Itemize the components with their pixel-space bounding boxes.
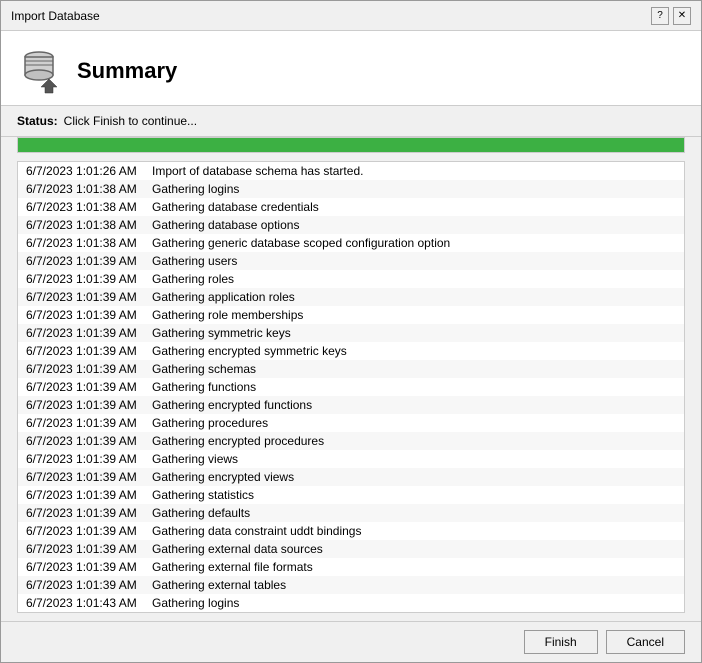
log-row: 6/7/2023 1:01:39 AMGathering encrypted s… [18, 342, 684, 360]
log-message: Import of database schema has started. [148, 162, 367, 180]
log-timestamp: 6/7/2023 1:01:39 AM [18, 522, 148, 540]
log-message: Gathering encrypted views [148, 468, 298, 486]
log-row: 6/7/2023 1:01:39 AMGathering functions [18, 378, 684, 396]
log-row: 6/7/2023 1:01:39 AMGathering defaults [18, 504, 684, 522]
log-row: 6/7/2023 1:01:39 AMGathering users [18, 252, 684, 270]
progress-bar-container [17, 137, 685, 153]
finish-button[interactable]: Finish [524, 630, 598, 654]
log-row: 6/7/2023 1:01:39 AMGathering encrypted p… [18, 432, 684, 450]
log-message: Gathering roles [148, 270, 238, 288]
log-message: Gathering schemas [148, 360, 260, 378]
log-row: 6/7/2023 1:01:43 AMGathering logins [18, 594, 684, 612]
log-row: 6/7/2023 1:01:26 AMImport of database sc… [18, 162, 684, 180]
log-row: 6/7/2023 1:01:38 AMGathering database cr… [18, 198, 684, 216]
log-timestamp: 6/7/2023 1:01:43 AM [18, 594, 148, 612]
status-text: Click Finish to continue... [64, 114, 197, 128]
log-row: 6/7/2023 1:01:38 AMGathering database op… [18, 216, 684, 234]
log-message: Gathering procedures [148, 414, 272, 432]
log-row: 6/7/2023 1:01:39 AMGathering views [18, 450, 684, 468]
log-timestamp: 6/7/2023 1:01:39 AM [18, 270, 148, 288]
log-timestamp: 6/7/2023 1:01:39 AM [18, 396, 148, 414]
log-message: Gathering symmetric keys [148, 324, 295, 342]
log-row: 6/7/2023 1:01:39 AMGathering roles [18, 270, 684, 288]
log-row: 6/7/2023 1:01:39 AMGathering encrypted v… [18, 468, 684, 486]
log-timestamp: 6/7/2023 1:01:39 AM [18, 252, 148, 270]
log-message: Gathering data constraint uddt bindings [148, 522, 365, 540]
log-message: Gathering external data sources [148, 540, 327, 558]
log-message: Gathering external file formats [148, 558, 317, 576]
log-message: Gathering logins [148, 594, 243, 612]
log-row: 6/7/2023 1:01:39 AMGathering symmetric k… [18, 324, 684, 342]
import-database-dialog: Import Database ? ✕ Summary Status: Clic… [0, 0, 702, 663]
log-row: 6/7/2023 1:01:39 AMGathering schemas [18, 360, 684, 378]
log-message: Gathering functions [148, 378, 260, 396]
log-timestamp: 6/7/2023 1:01:39 AM [18, 288, 148, 306]
log-timestamp: 6/7/2023 1:01:39 AM [18, 576, 148, 594]
log-message: Gathering application roles [148, 288, 299, 306]
title-bar-controls: ? ✕ [651, 7, 691, 25]
log-timestamp: 6/7/2023 1:01:39 AM [18, 450, 148, 468]
log-row: 6/7/2023 1:01:39 AMGathering application… [18, 288, 684, 306]
log-timestamp: 6/7/2023 1:01:38 AM [18, 198, 148, 216]
database-import-icon [17, 47, 65, 95]
log-message: Gathering encrypted procedures [148, 432, 328, 450]
log-entries: 6/7/2023 1:01:26 AMImport of database sc… [18, 162, 684, 612]
page-title: Summary [77, 58, 177, 84]
log-timestamp: 6/7/2023 1:01:39 AM [18, 504, 148, 522]
log-message: Gathering encrypted symmetric keys [148, 342, 351, 360]
log-message: Gathering encrypted functions [148, 396, 316, 414]
log-section[interactable]: 6/7/2023 1:01:26 AMImport of database sc… [17, 161, 685, 613]
log-message: Gathering users [148, 252, 241, 270]
log-row: 6/7/2023 1:01:39 AMGathering statistics [18, 486, 684, 504]
log-row: 6/7/2023 1:01:39 AMGathering external ta… [18, 576, 684, 594]
log-timestamp: 6/7/2023 1:01:38 AM [18, 180, 148, 198]
log-timestamp: 6/7/2023 1:01:39 AM [18, 558, 148, 576]
log-timestamp: 6/7/2023 1:01:39 AM [18, 378, 148, 396]
log-message: Gathering defaults [148, 504, 254, 522]
log-row: 6/7/2023 1:01:39 AMGathering data constr… [18, 522, 684, 540]
log-row: 6/7/2023 1:01:39 AMGathering encrypted f… [18, 396, 684, 414]
status-bar: Status: Click Finish to continue... [1, 106, 701, 137]
footer: Finish Cancel [1, 621, 701, 662]
log-timestamp: 6/7/2023 1:01:39 AM [18, 342, 148, 360]
log-timestamp: 6/7/2023 1:01:39 AM [18, 432, 148, 450]
log-message: Gathering external tables [148, 576, 290, 594]
log-row: 6/7/2023 1:01:38 AMGathering generic dat… [18, 234, 684, 252]
log-timestamp: 6/7/2023 1:01:39 AM [18, 486, 148, 504]
log-message: Gathering database options [148, 216, 303, 234]
status-label: Status: [17, 114, 58, 128]
log-message: Gathering logins [148, 180, 243, 198]
help-button[interactable]: ? [651, 7, 669, 25]
log-message: Gathering role memberships [148, 306, 307, 324]
close-button[interactable]: ✕ [673, 7, 691, 25]
header-section: Summary [1, 31, 701, 106]
progress-bar-fill [18, 138, 684, 152]
log-row: 6/7/2023 1:01:39 AMGathering external fi… [18, 558, 684, 576]
log-row: 6/7/2023 1:01:38 AMGathering logins [18, 180, 684, 198]
log-timestamp: 6/7/2023 1:01:39 AM [18, 414, 148, 432]
log-message: Gathering statistics [148, 486, 258, 504]
log-row: 6/7/2023 1:01:39 AMGathering role member… [18, 306, 684, 324]
log-timestamp: 6/7/2023 1:01:38 AM [18, 216, 148, 234]
log-timestamp: 6/7/2023 1:01:39 AM [18, 306, 148, 324]
log-row: 6/7/2023 1:01:39 AMGathering external da… [18, 540, 684, 558]
cancel-button[interactable]: Cancel [606, 630, 685, 654]
log-message: Gathering database credentials [148, 198, 323, 216]
dialog-title: Import Database [11, 9, 100, 23]
log-timestamp: 6/7/2023 1:01:39 AM [18, 540, 148, 558]
log-timestamp: 6/7/2023 1:01:39 AM [18, 468, 148, 486]
log-timestamp: 6/7/2023 1:01:39 AM [18, 324, 148, 342]
title-bar: Import Database ? ✕ [1, 1, 701, 31]
log-message: Gathering generic database scoped config… [148, 234, 454, 252]
log-message: Gathering views [148, 450, 242, 468]
log-timestamp: 6/7/2023 1:01:39 AM [18, 360, 148, 378]
log-row: 6/7/2023 1:01:39 AMGathering procedures [18, 414, 684, 432]
log-timestamp: 6/7/2023 1:01:38 AM [18, 234, 148, 252]
log-timestamp: 6/7/2023 1:01:26 AM [18, 162, 148, 180]
